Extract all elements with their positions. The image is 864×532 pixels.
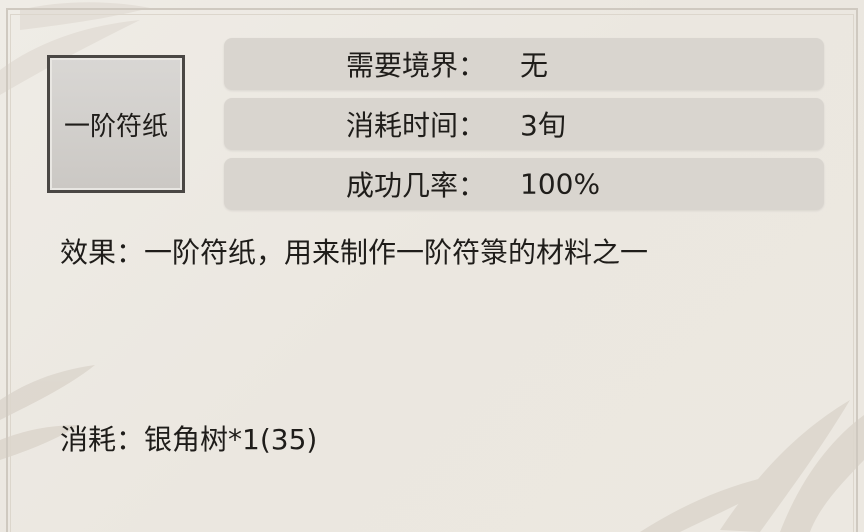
stat-row-time-cost: 消耗时间： 3旬 — [224, 98, 824, 150]
item-name: 一阶符纸 — [63, 111, 168, 142]
item-slot[interactable]: 一阶符纸 — [47, 55, 185, 193]
cost-text: 银角树*1(35) — [144, 423, 318, 456]
recipe-detail-panel: 一阶符纸 需要境界： 无 消耗时间： 3旬 成功几率： 100% 效果：一阶符纸… — [0, 0, 864, 532]
stat-value: 100% — [520, 167, 601, 201]
effect-text: 一阶符纸，用来制作一阶符箓的材料之一 — [144, 236, 649, 269]
stat-row-required-realm: 需要境界： 无 — [224, 38, 824, 90]
stat-label: 需要境界： — [346, 49, 487, 82]
stat-label: 成功几率： — [346, 169, 487, 202]
stat-value: 无 — [520, 49, 549, 82]
stat-row-success-rate: 成功几率： 100% — [224, 158, 824, 210]
cost-label: 消耗： — [60, 423, 145, 456]
effect-label: 效果： — [60, 236, 145, 269]
material-cost: 消耗：银角树*1(35) — [60, 418, 317, 458]
stat-value: 3旬 — [520, 109, 566, 142]
stat-label: 消耗时间： — [346, 109, 487, 142]
effect-description: 效果：一阶符纸，用来制作一阶符箓的材料之一 — [60, 231, 648, 271]
